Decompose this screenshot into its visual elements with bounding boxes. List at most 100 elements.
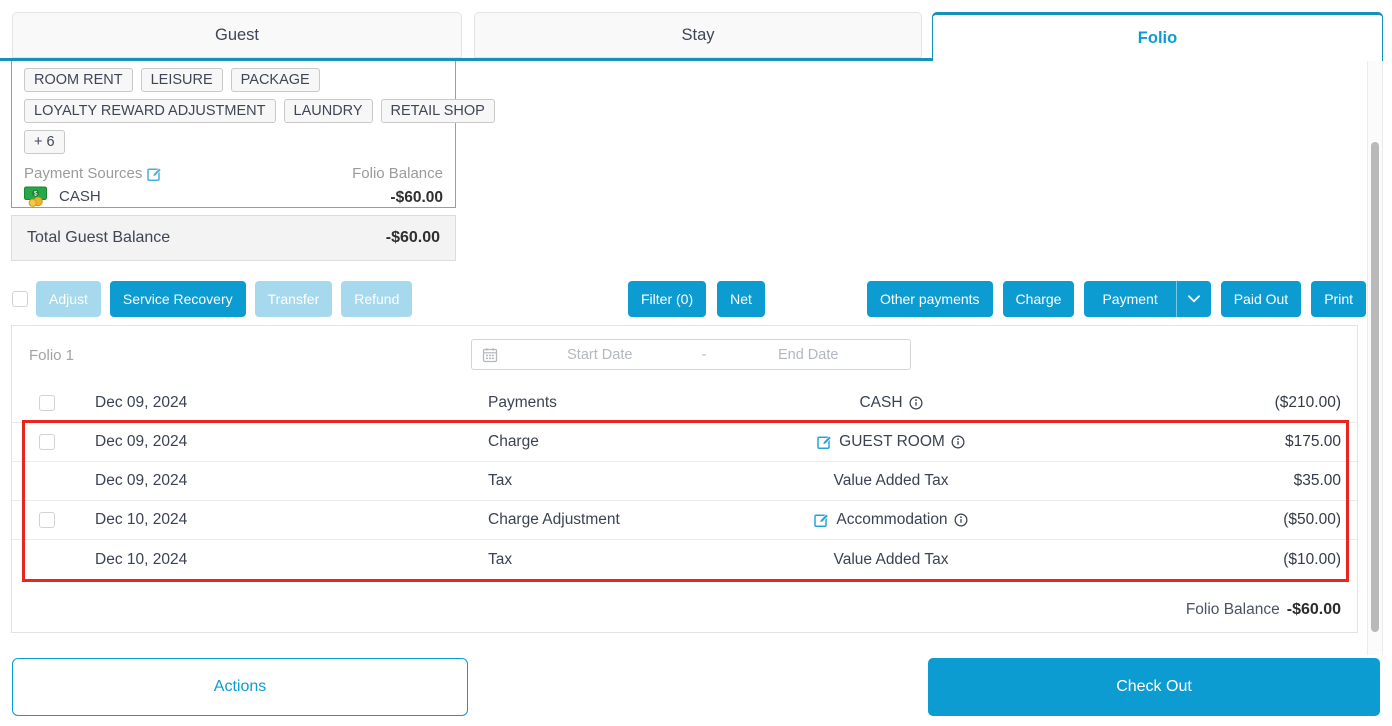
tag-row: ROOM RENT LEISURE PACKAGE (24, 68, 443, 92)
toolbar-middle-group: Filter (0) Net (628, 281, 765, 317)
toolbar-left-group: AdjustService RecoveryTransferRefund (36, 281, 412, 317)
row-description: Value Added Tax (761, 551, 1021, 569)
row-type: Payments (488, 394, 761, 412)
row-description: Value Added Tax (761, 472, 1021, 490)
other-payments-button[interactable]: Other payments (867, 281, 993, 317)
filter-0-button[interactable]: Filter (0) (628, 281, 706, 317)
transfer-button[interactable]: Transfer (255, 281, 333, 317)
row-checkbox[interactable] (39, 434, 55, 450)
tag-row: LOYALTY REWARD ADJUSTMENTLAUNDRYRETAIL S… (24, 99, 443, 123)
payment-sources-label: Payment Sources (24, 165, 142, 182)
date-range-picker[interactable]: Start Date - End Date (471, 339, 911, 370)
payment-source-name: CASH (59, 188, 101, 205)
edit-icon[interactable] (147, 166, 163, 182)
row-amount: $35.00 (1021, 472, 1357, 490)
cash-icon: $ (24, 186, 51, 207)
tab-stay[interactable]: Stay (474, 12, 922, 58)
edit-icon[interactable] (817, 434, 833, 450)
row-amount: ($50.00) (1021, 511, 1357, 529)
row-description-text: Value Added Tax (834, 472, 949, 490)
row-date: Dec 09, 2024 (95, 394, 488, 412)
folio-balance-label: Folio Balance (352, 165, 443, 182)
row-date: Dec 10, 2024 (95, 551, 488, 569)
service-recovery-button[interactable]: Service Recovery (110, 281, 246, 317)
row-description-text: GUEST ROOM (839, 433, 945, 451)
tab-folio[interactable]: Folio (932, 12, 1383, 61)
folio-tags: ROOM RENT LEISURE PACKAGE LOYALTY REWARD AD… (24, 68, 443, 154)
row-checkbox-cell (12, 395, 95, 411)
table-folio-balance-label: Folio Balance (1186, 601, 1280, 619)
folio-tag-laundry[interactable]: LAUNDRY (284, 99, 373, 123)
folio-table-header: Folio 1 Start Date - End Date (12, 326, 1357, 384)
row-description-text: CASH (859, 394, 902, 412)
chevron-down-icon (1188, 295, 1200, 303)
info-icon[interactable] (951, 435, 965, 449)
total-guest-balance-label: Total Guest Balance (27, 229, 170, 247)
row-date: Dec 09, 2024 (95, 433, 488, 451)
folio-table-footer: Folio Balance -$60.00 (12, 593, 1357, 627)
folio-table-rows: Dec 09, 2024PaymentsCASH($210.00)Dec 09,… (12, 384, 1357, 579)
table-folio-balance-value: -$60.00 (1287, 601, 1341, 619)
row-amount: ($210.00) (1021, 394, 1357, 412)
row-description: Accommodation (761, 511, 1021, 529)
calendar-icon (482, 347, 498, 363)
row-amount: $175.00 (1021, 433, 1357, 451)
folio-tag-6[interactable]: + 6 (24, 130, 65, 154)
row-type: Charge (488, 433, 761, 451)
print-button[interactable]: Print (1311, 281, 1366, 317)
row-amount: ($10.00) (1021, 551, 1357, 569)
folio-table: Folio 1 Start Date - End Date (11, 325, 1358, 633)
scrollbar-thumb[interactable] (1371, 142, 1379, 632)
row-description: GUEST ROOM (761, 433, 1021, 451)
charge-button[interactable]: Charge (1003, 281, 1075, 317)
net-button[interactable]: Net (717, 281, 765, 317)
scrollbar-track[interactable] (1367, 59, 1383, 655)
payment-section: Payment Sources $ CASH (24, 165, 443, 207)
row-description-text: Accommodation (836, 511, 947, 529)
row-type: Tax (488, 551, 761, 569)
folio-tag-room-rent[interactable]: ROOM RENT (24, 68, 133, 92)
folio-tag-leisure[interactable]: LEISURE (141, 68, 223, 92)
row-description: CASH (761, 394, 1021, 412)
folio-page: Guest Stay Folio ROOM RENT LEISURE PACKAGE… (0, 0, 1392, 726)
folio-summary-card: ROOM RENT LEISURE PACKAGE LOYALTY REWARD AD… (11, 61, 456, 208)
folio-number-label: Folio 1 (29, 347, 74, 364)
svg-text:$: $ (34, 191, 38, 198)
row-checkbox-cell (12, 512, 95, 528)
payment-dropdown-toggle[interactable] (1177, 295, 1211, 303)
tab-guest[interactable]: Guest (12, 12, 462, 58)
total-guest-balance-value: -$60.00 (386, 229, 440, 247)
table-row: Dec 09, 2024Tax Value Added Tax $35.00 (12, 462, 1357, 501)
table-row: Dec 09, 2024Payments CASH ($210.00) (12, 384, 1357, 423)
check-out-button[interactable]: Check Out (928, 658, 1380, 716)
folio-tag-package[interactable]: PACKAGE (231, 68, 320, 92)
folio-balance-value: -$60.00 (352, 189, 443, 207)
info-icon[interactable] (909, 396, 923, 410)
info-icon[interactable] (954, 513, 968, 527)
edit-icon[interactable] (814, 512, 830, 528)
row-date: Dec 09, 2024 (95, 472, 488, 490)
paid-out-button[interactable]: Paid Out (1221, 281, 1301, 317)
total-guest-balance: Total Guest Balance -$60.00 (11, 215, 456, 261)
payment-button-label: Payment (1084, 291, 1175, 307)
table-row: Dec 09, 2024Charge GUEST ROOM $175.00 (12, 423, 1357, 462)
row-date: Dec 10, 2024 (95, 511, 488, 529)
select-all-checkbox[interactable] (12, 291, 28, 307)
start-date-placeholder[interactable]: Start Date (498, 347, 702, 363)
payment-button[interactable]: Payment (1084, 281, 1210, 317)
folio-tag-retail-shop[interactable]: RETAIL SHOP (381, 99, 495, 123)
payment-sources: Payment Sources $ CASH (24, 165, 163, 207)
table-row: Dec 10, 2024TaxValue Added Tax($10.00) (12, 540, 1357, 579)
folio-tag-loyalty-reward-adjustment[interactable]: LOYALTY REWARD ADJUSTMENT (24, 99, 276, 123)
toolbar-right-group: Other payments Charge Payment Paid Out Print (867, 281, 1366, 317)
row-type: Charge Adjustment (488, 511, 761, 529)
row-checkbox[interactable] (39, 512, 55, 528)
end-date-placeholder[interactable]: End Date (706, 347, 910, 363)
adjust-button[interactable]: Adjust (36, 281, 101, 317)
row-checkbox[interactable] (39, 395, 55, 411)
row-type: Tax (488, 472, 761, 490)
refund-button[interactable]: Refund (341, 281, 412, 317)
table-row: Dec 10, 2024Charge Adjustment Accommodati… (12, 501, 1357, 540)
row-checkbox-cell (12, 434, 95, 450)
actions-button[interactable]: Actions (12, 658, 468, 716)
